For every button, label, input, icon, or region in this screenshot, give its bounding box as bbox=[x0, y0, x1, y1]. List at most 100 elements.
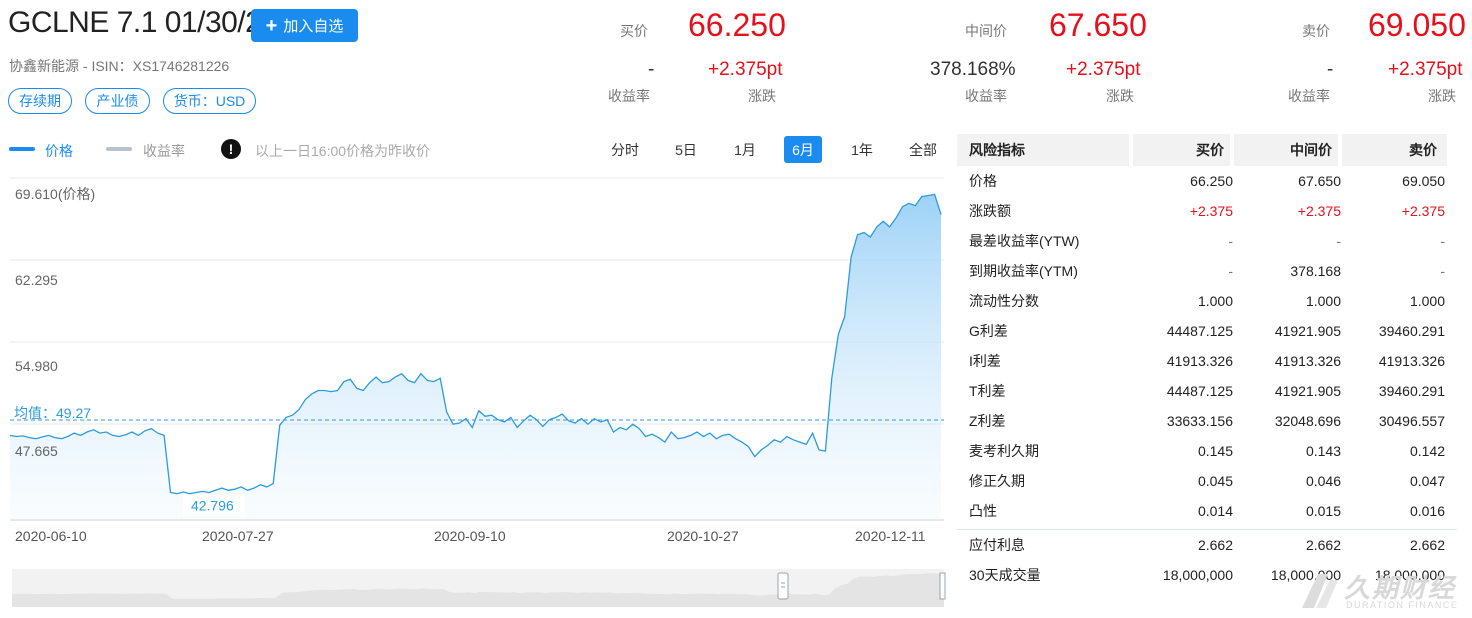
bid-value: 33633.156 bbox=[1166, 413, 1233, 429]
duration-finance-logo-icon bbox=[1302, 574, 1338, 608]
mid-value: 0.046 bbox=[1305, 473, 1341, 489]
issuer-isin: 协鑫新能源 - ISIN：XS1746281226 bbox=[9, 58, 230, 74]
ask-yield-label: 收益率 bbox=[1288, 88, 1330, 104]
navigator-handle[interactable] bbox=[777, 572, 789, 600]
mid-value: 2.662 bbox=[1305, 537, 1341, 553]
table-row: 最差收益率(YTW) - - - bbox=[957, 226, 1457, 256]
header-mid: 中间价 bbox=[1234, 134, 1338, 166]
mid-change-label: 涨跌 bbox=[1106, 88, 1134, 104]
range-1m[interactable]: 1月 bbox=[726, 136, 764, 163]
price-chart[interactable]: 69.610(价格) 62.295 54.980 47.665 2020-06-10 2… bbox=[0, 172, 946, 613]
y-tick-label: 69.610(价格) bbox=[15, 186, 95, 202]
ask-value: 0.142 bbox=[1409, 443, 1445, 459]
min-label: 42.796 bbox=[191, 498, 234, 514]
plus-icon: + bbox=[265, 14, 278, 37]
table-row: T利差 44487.125 41921.905 39460.291 bbox=[957, 376, 1457, 406]
bid-value: 1.000 bbox=[1197, 293, 1233, 309]
x-tick-label: 2020-06-10 bbox=[15, 528, 87, 544]
table-row: 凸性 0.014 0.015 0.016 bbox=[957, 496, 1457, 526]
table-row: 价格 66.250 67.650 69.050 bbox=[957, 166, 1457, 196]
risk-table: 风险指标 买价 中间价 卖价 价格 66.250 67.650 69.050 涨跌额 +2… bbox=[957, 134, 1457, 590]
ask-value: 0.047 bbox=[1409, 473, 1445, 489]
range-intraday[interactable]: 分时 bbox=[605, 136, 645, 163]
info-icon: ! bbox=[221, 139, 241, 159]
yield-legend[interactable]: 收益率 bbox=[143, 141, 185, 161]
ask-value: +2.375 bbox=[1401, 203, 1445, 219]
header-bid: 买价 bbox=[1133, 134, 1230, 166]
ask-change-label: 涨跌 bbox=[1428, 88, 1456, 104]
mid-value: 1.000 bbox=[1305, 293, 1341, 309]
ask-value: 30496.557 bbox=[1378, 413, 1445, 429]
mid-yield-label: 收益率 bbox=[965, 88, 1007, 104]
metric-name: 到期收益率(YTM) bbox=[969, 263, 1078, 279]
bid-value: - bbox=[1228, 263, 1233, 279]
mid-value: 41921.905 bbox=[1274, 383, 1341, 399]
bid-change-label: 涨跌 bbox=[748, 88, 776, 104]
tag-industry[interactable]: 产业债 bbox=[85, 88, 150, 114]
bid-value: 44487.125 bbox=[1166, 383, 1233, 399]
mid-price: 67.650 bbox=[1049, 7, 1147, 43]
yield-legend-swatch bbox=[106, 147, 132, 151]
ask-yield: - bbox=[1327, 59, 1334, 80]
bid-value: 41913.326 bbox=[1166, 353, 1233, 369]
add-to-watchlist-button[interactable]: + 加入自选 bbox=[251, 9, 358, 42]
mid-label: 中间价 bbox=[965, 23, 1007, 39]
y-tick-label: 47.665 bbox=[15, 443, 58, 459]
mean-label: 均值：49.27 bbox=[14, 405, 91, 421]
x-tick-label: 2020-09-10 bbox=[434, 528, 506, 544]
watermark-subtext: DURATION FINANCE bbox=[1346, 600, 1459, 610]
metric-name: 30天成交量 bbox=[969, 567, 1041, 583]
risk-table-header: 风险指标 买价 中间价 卖价 bbox=[957, 134, 1457, 166]
bid-value: 2.662 bbox=[1197, 537, 1233, 553]
ask-value: 39460.291 bbox=[1378, 323, 1445, 339]
metric-name: 修正久期 bbox=[969, 473, 1025, 489]
header-risk-indicator: 风险指标 bbox=[957, 134, 1129, 166]
mid-value: - bbox=[1336, 233, 1341, 249]
table-row: 流动性分数 1.000 1.000 1.000 bbox=[957, 286, 1457, 316]
table-row: 麦考利久期 0.145 0.143 0.142 bbox=[957, 436, 1457, 466]
bond-title: GCLNE 7.1 01/30/21 bbox=[8, 6, 278, 39]
metric-name: T利差 bbox=[969, 383, 1006, 399]
range-5d[interactable]: 5日 bbox=[668, 136, 704, 163]
table-row: 应付利息 2.662 2.662 2.662 bbox=[957, 530, 1457, 560]
bid-value: 18,000,000 bbox=[1162, 567, 1233, 583]
x-tick-label: 2020-12-11 bbox=[855, 528, 926, 544]
ask-value: - bbox=[1440, 233, 1445, 249]
mid-yield: 378.168% bbox=[930, 59, 1016, 80]
ask-value: 2.662 bbox=[1409, 537, 1445, 553]
navigator-handle-right[interactable] bbox=[939, 572, 946, 600]
ask-label: 卖价 bbox=[1302, 23, 1330, 39]
bid-price: 66.250 bbox=[688, 7, 786, 43]
price-legend[interactable]: 价格 bbox=[45, 141, 73, 161]
mid-change: +2.375pt bbox=[1066, 59, 1141, 80]
mid-value: 378.168 bbox=[1290, 263, 1341, 279]
bid-value: +2.375 bbox=[1189, 203, 1233, 219]
ask-change: +2.375pt bbox=[1388, 59, 1463, 80]
y-tick-label: 62.295 bbox=[15, 272, 58, 288]
tag-currency[interactable]: 货币：USD bbox=[163, 88, 256, 114]
add-to-watchlist-label: 加入自选 bbox=[283, 18, 344, 35]
price-legend-swatch bbox=[9, 147, 35, 151]
mid-value: 32048.696 bbox=[1274, 413, 1341, 429]
metric-name: 流动性分数 bbox=[969, 293, 1039, 309]
ask-price: 69.050 bbox=[1368, 7, 1466, 43]
table-row: I利差 41913.326 41913.326 41913.326 bbox=[957, 346, 1457, 376]
bid-value: 66.250 bbox=[1190, 173, 1233, 189]
metric-name: 凸性 bbox=[969, 503, 997, 519]
bid-value: 0.014 bbox=[1197, 503, 1233, 519]
watermark-logo: 久期财经 DURATION FINANCE bbox=[1294, 568, 1472, 613]
range-6m[interactable]: 6月 bbox=[784, 136, 822, 163]
bid-change: +2.375pt bbox=[708, 59, 783, 80]
metric-name: 应付利息 bbox=[969, 537, 1025, 553]
range-all[interactable]: 全部 bbox=[903, 136, 943, 163]
ask-value: - bbox=[1440, 263, 1445, 279]
mid-value: 67.650 bbox=[1298, 173, 1341, 189]
ask-value: 39460.291 bbox=[1378, 383, 1445, 399]
bid-value: 44487.125 bbox=[1166, 323, 1233, 339]
range-1y[interactable]: 1年 bbox=[843, 136, 881, 163]
bid-yield: - bbox=[648, 59, 655, 80]
metric-name: 麦考利久期 bbox=[969, 443, 1039, 459]
price-area bbox=[10, 194, 941, 520]
table-row: 修正久期 0.045 0.046 0.047 bbox=[957, 466, 1457, 496]
tag-term[interactable]: 存续期 bbox=[8, 88, 72, 114]
